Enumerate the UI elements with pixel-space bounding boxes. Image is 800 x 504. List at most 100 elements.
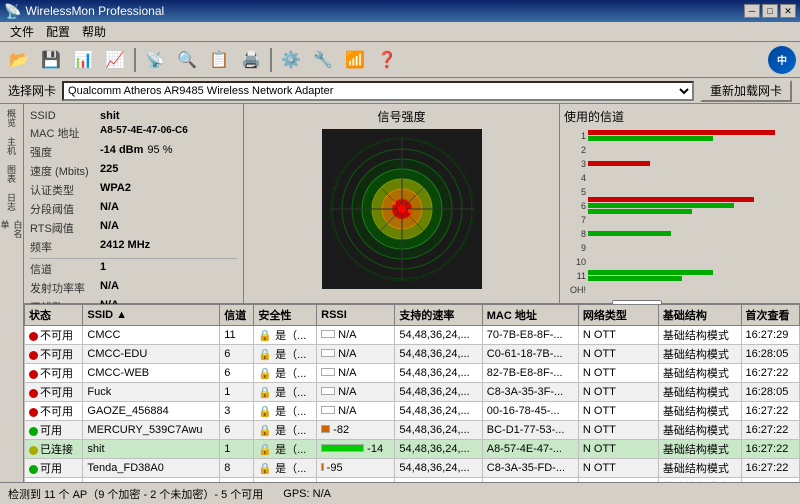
speed-label: 速度 (Mbits)	[30, 163, 100, 179]
table-row[interactable]: 不可用TP-LINK_7626BE1🔒 否 N/A54,48,36,24,...…	[25, 478, 800, 483]
cell-security: 🔒 是（...	[254, 440, 317, 459]
cell-speeds: 54,48,36,24,...	[395, 478, 482, 483]
status-dot	[29, 446, 38, 455]
cell-mac: 82-7B-E8-8F-...	[482, 364, 578, 383]
maximize-button[interactable]: □	[762, 4, 778, 18]
minimize-button[interactable]: ─	[744, 4, 760, 18]
toolbar: 📂 💾 📊 📈 📡 🔍 📋 🖨️ ⚙️ 🔧 📶 ❓ 中	[0, 42, 800, 78]
table-header[interactable]: MAC 地址	[482, 305, 578, 326]
channel-bar-area	[588, 161, 796, 166]
table-header[interactable]: SSID ▲	[83, 305, 220, 326]
toolbar-sep-2	[270, 48, 272, 72]
toolbar-btn-7[interactable]: 📋	[204, 46, 234, 74]
cell-speeds: 54,48,36,24,...	[395, 421, 482, 440]
toolbar-btn-9[interactable]: ⚙️	[276, 46, 306, 74]
menu-help[interactable]: 帮助	[76, 21, 112, 42]
toolbar-btn-4[interactable]: 📈	[100, 46, 130, 74]
toolbar-btn-10[interactable]: 🔧	[308, 46, 338, 74]
toolbar-btn-5[interactable]: 📡	[140, 46, 170, 74]
sidebar-item-hosts[interactable]: 主机	[0, 132, 23, 160]
sidebar-item-log[interactable]: 日志	[0, 188, 23, 216]
channel-bar	[588, 161, 650, 166]
channel-panel-title: 使用的信道	[564, 108, 796, 125]
status-dot	[29, 351, 38, 360]
channel-row: 3	[564, 157, 796, 170]
cell-net-type: N OTT	[578, 364, 658, 383]
table-row[interactable]: 不可用CMCC-EDU6🔒 是（... N/A54,48,36,24,...C0…	[25, 345, 800, 364]
table-row[interactable]: 不可用CMCC11🔒 是（... N/A54,48,36,24,...70-7B…	[25, 326, 800, 345]
status-dot	[29, 389, 38, 398]
channel-num: 10	[564, 257, 586, 267]
toolbar-btn-3[interactable]: 📊	[68, 46, 98, 74]
table-header[interactable]: 信道	[220, 305, 254, 326]
table-area[interactable]: 状态SSID ▲信道安全性RSSI支持的速率MAC 地址网络类型基础结构首次查看…	[24, 304, 800, 482]
cell-infra: 基础结构模式	[658, 383, 741, 402]
cell-rssi: -14	[317, 440, 395, 459]
status-text: 不可用	[40, 330, 73, 342]
ssid-value: shit	[100, 110, 120, 122]
table-row[interactable]: 不可用CMCC-WEB6🔒 是（... N/A54,48,36,24,...82…	[25, 364, 800, 383]
cell-net-type: N OTT	[578, 421, 658, 440]
channel-num: 11	[564, 271, 586, 281]
table-header[interactable]: 安全性	[254, 305, 317, 326]
toolbar-btn-8[interactable]: 🖨️	[236, 46, 266, 74]
table-row[interactable]: 不可用Fuck1🔒 是（... N/A54,48,36,24,...C8-3A-…	[25, 383, 800, 402]
menu-file[interactable]: 文件	[4, 21, 40, 42]
channel-row: 9	[564, 241, 796, 254]
cell-mac: C8-3A-35-FD-...	[482, 459, 578, 478]
table-header[interactable]: RSSI	[317, 305, 395, 326]
table-header[interactable]: 状态	[25, 305, 83, 326]
channel-num: 4	[564, 173, 586, 183]
channel-label: 信道	[30, 261, 100, 277]
table-header[interactable]: 基础结构	[658, 305, 741, 326]
table-row[interactable]: 已连接shit1🔒 是（... -1454,48,36,24,...A8-57-…	[25, 440, 800, 459]
table-header[interactable]: 网络类型	[578, 305, 658, 326]
sidebar-item-charts[interactable]: 图表	[0, 160, 23, 188]
info-ssid-row: SSID shit	[30, 110, 237, 122]
reload-adapter-button[interactable]: 重新加载网卡	[700, 80, 792, 102]
cell-security: 🔒 是（...	[254, 383, 317, 402]
toolbar-btn-6[interactable]: 🔍	[172, 46, 202, 74]
table-header[interactable]: 首次查看	[741, 305, 799, 326]
cell-mac: C0-61-18-7B-...	[482, 345, 578, 364]
auth-label: 认证类型	[30, 182, 100, 198]
tx-value: N/A	[100, 280, 119, 296]
main-layout: 概览 主机 图表 日志 白名单 SSID shit MAC 地址 A8-57-4…	[0, 104, 800, 482]
toolbar-btn-12[interactable]: ❓	[372, 46, 402, 74]
info-auth-row: 认证类型 WPA2	[30, 182, 237, 198]
cell-mac: BC-D1-77-53-...	[482, 421, 578, 440]
toolbar-btn-2[interactable]: 💾	[36, 46, 66, 74]
channel-bar	[588, 231, 671, 236]
table-header[interactable]: 支持的速率	[395, 305, 482, 326]
cell-net-type: N OTT	[578, 478, 658, 483]
channel-bar-area	[588, 231, 796, 236]
table-row[interactable]: 不可用GAOZE_4568843🔒 是（... N/A54,48,36,24,.…	[25, 402, 800, 421]
cell-rssi: -82	[317, 421, 395, 440]
rts-label: RTS阈值	[30, 220, 100, 236]
toolbar-btn-1[interactable]: 📂	[4, 46, 34, 74]
titlebar-controls: ─ □ ✕	[744, 4, 796, 18]
cell-infra: 基础结构模式	[658, 421, 741, 440]
table-row[interactable]: 可用MERCURY_539C7Awu6🔒 是（... -8254,48,36,2…	[25, 421, 800, 440]
cell-channel: 1	[220, 440, 254, 459]
info-tx-row: 发射功率率 N/A	[30, 280, 237, 296]
strength-label: 强度	[30, 144, 100, 160]
app-title: WirelessMon Professional	[25, 4, 164, 18]
channel-bar-area	[588, 130, 796, 141]
cell-mac: 78-A1-06-76-...	[482, 478, 578, 483]
menu-config[interactable]: 配置	[40, 21, 76, 42]
cell-security: 🔒 是（...	[254, 421, 317, 440]
status-dot	[29, 408, 38, 417]
cell-ssid: Fuck	[83, 383, 220, 402]
status-text: 不可用	[40, 349, 73, 361]
status-text: 可用	[40, 425, 62, 437]
cell-rssi: N/A	[317, 345, 395, 364]
cell-infra: 基础结构模式	[658, 440, 741, 459]
sidebar-item-whitelist[interactable]: 白名单	[0, 216, 23, 244]
close-button[interactable]: ✕	[780, 4, 796, 18]
toolbar-btn-11[interactable]: 📶	[340, 46, 370, 74]
table-row[interactable]: 可用Tenda_FD38A08🔒 是（... -9554,48,36,24,..…	[25, 459, 800, 478]
sidebar-item-overview[interactable]: 概览	[0, 104, 23, 132]
adapter-select[interactable]: Qualcomm Atheros AR9485 Wireless Network…	[62, 81, 694, 101]
cell-mac: 00-16-78-45-...	[482, 402, 578, 421]
